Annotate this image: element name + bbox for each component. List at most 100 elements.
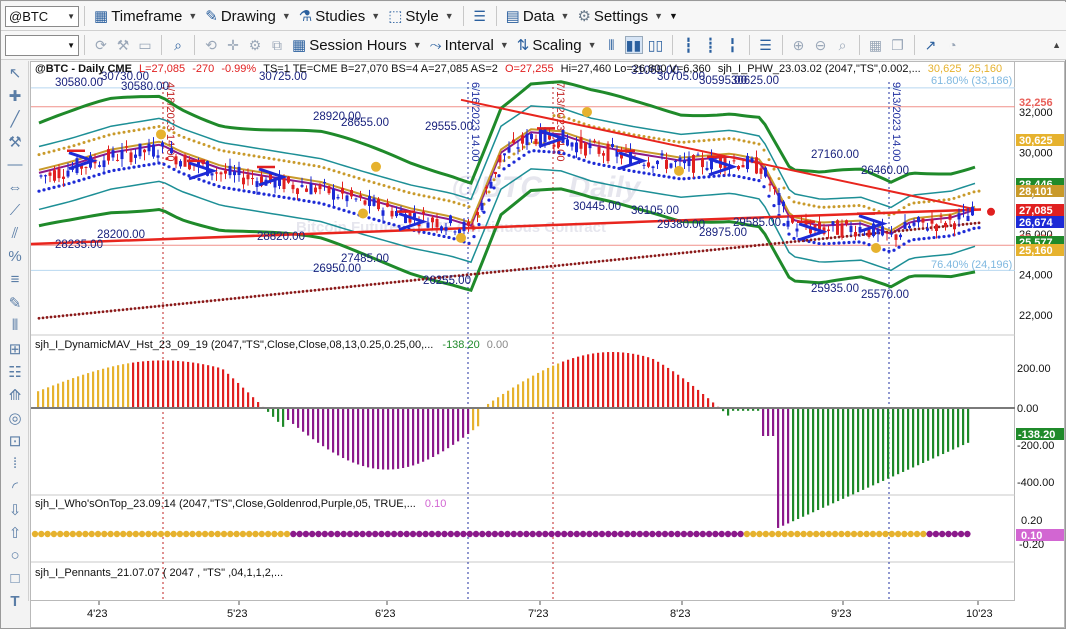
gold-trail-dot (77, 142, 81, 146)
link-icon[interactable]: ☰ (757, 36, 775, 54)
text-tool-icon[interactable]: T (3, 590, 27, 613)
rectangle-icon[interactable]: □ (3, 567, 27, 590)
gold-trail-dot (362, 178, 366, 182)
pencil-icon[interactable]: ✎ (3, 291, 27, 314)
crosshair-icon[interactable]: ✛ (224, 36, 242, 54)
zoom-in-icon[interactable]: ⊕ (790, 36, 808, 54)
magnifier-icon[interactable]: ⌕ (169, 36, 187, 54)
blue-trail-dot (512, 160, 516, 164)
trend-icon[interactable]: ↗ (922, 36, 940, 54)
percent-icon[interactable]: % (3, 245, 27, 268)
gold-trail-dot (252, 154, 256, 158)
gold-trail-dot (977, 189, 981, 193)
gold-trail-dot (277, 158, 281, 162)
timeframe-button[interactable]: ▦ Timeframe ▼ (90, 4, 201, 28)
date-tick: 5'23 (227, 608, 247, 620)
compare-icon[interactable]: ⧉ (268, 36, 286, 54)
oscillator-bar (837, 408, 840, 502)
arrow-up-icon[interactable]: ⇧ (3, 521, 27, 544)
chart-canvas[interactable]: @BTC - DailyBitcoin Futures - CME Contin… (30, 62, 1016, 602)
oscillator-bar (152, 360, 155, 408)
gear-small-icon[interactable]: ⚙ (246, 36, 264, 54)
chart-refresh-icon[interactable]: ⟲ (202, 36, 220, 54)
arc-icon[interactable]: ◜ (3, 475, 27, 498)
window-icon[interactable]: ▭ (136, 36, 154, 54)
ray-icon[interactable]: ⟋ (3, 199, 27, 222)
symbol-input[interactable]: @BTC ▼ (5, 5, 79, 27)
price-axis[interactable]: 32,00030,00028,00026,00024,00022,00032,2… (1015, 61, 1065, 601)
fib-icon[interactable]: ≡ (3, 268, 27, 291)
indicator-icon[interactable]: ◔ (944, 36, 962, 54)
ohlc-icon[interactable]: ┇ (680, 36, 698, 54)
ellipse-icon[interactable]: ○ (3, 544, 27, 567)
price-tick: 30,000 (1019, 148, 1053, 160)
workspace-select[interactable]: ▼ (5, 34, 79, 56)
drawing-button[interactable]: ✎ Drawing ▼ (201, 4, 295, 28)
hollow-candle-icon[interactable]: ▯▯ (647, 36, 665, 54)
oscillator-bar (862, 408, 865, 490)
dynamic-mav-label: sjh_I_DynamicMAV_Hst_23_09_19 (2047,"TS"… (35, 339, 434, 351)
long-term-ma-dot (101, 310, 105, 314)
speed-lines-icon[interactable]: ⟰ (3, 383, 27, 406)
date-axis[interactable]: 4'23 5'23 6'23 7'23 8'23 9'23 10'23 (30, 601, 1065, 628)
long-term-ma-dot (197, 300, 201, 304)
session-hours-button[interactable]: ▦ Session Hours ▼ (288, 33, 426, 57)
settings-button[interactable]: ⚙ Settings ▼ (573, 4, 667, 28)
search-icon[interactable]: ⌕ (834, 36, 852, 54)
oscillator-bar (847, 408, 850, 497)
long-term-ma-dot (685, 251, 689, 254)
oscillator-bar (627, 353, 630, 408)
bar-chart-icon[interactable]: ⫴ (603, 36, 621, 54)
vertical-lines-icon[interactable]: ⦀ (3, 314, 27, 337)
data-button[interactable]: ▤ Data ▼ (502, 4, 574, 28)
hlc-icon[interactable]: ┋ (702, 36, 720, 54)
candle-body (912, 222, 916, 226)
blue-trail-dot (287, 196, 291, 200)
trendline-icon[interactable]: ╱ (3, 107, 27, 130)
style-button[interactable]: ⬚ Style ▼ (384, 4, 457, 28)
oscillator-bar (442, 408, 445, 452)
candle-body (107, 149, 110, 161)
chart-area[interactable]: @BTC - DailyBitcoin Futures - CME Contin… (30, 61, 1016, 602)
horizontal-line-icon[interactable]: — (3, 153, 27, 176)
overflow-chevron-icon[interactable]: ▼ (669, 11, 678, 21)
gold-trail-dot (327, 167, 331, 171)
gann-icon[interactable]: ⊡ (3, 429, 27, 452)
oscillator-bar (672, 371, 675, 408)
whos-on-top-dot (913, 530, 921, 538)
channel-icon[interactable]: ⫽ (3, 222, 27, 245)
table-icon[interactable]: ▦ (867, 36, 885, 54)
link-windows-icon[interactable]: ☰ (471, 7, 489, 25)
bars-tool-icon[interactable]: ⦙ (3, 452, 27, 475)
list-icon[interactable]: ☷ (3, 360, 27, 383)
studies-button[interactable]: ⚗ Studies ▼ (295, 4, 384, 28)
whos-on-top-dot (107, 530, 114, 538)
line-icon[interactable]: ╏ (724, 36, 742, 54)
scroll-up-icon[interactable]: ▲ (1052, 40, 1061, 50)
interval-button[interactable]: ⤳ Interval ▼ (426, 33, 513, 57)
long-term-ma-dot (833, 236, 837, 239)
blue-trail-dot (97, 172, 101, 177)
candlestick-icon[interactable]: ▮▮ (624, 36, 643, 54)
scaling-button[interactable]: ⇅ Scaling ▼ (513, 33, 601, 57)
gold-trail-dot (852, 204, 856, 208)
whos-on-top-dot (649, 530, 656, 538)
candle-body (453, 231, 457, 233)
wrench-icon[interactable]: ⚒ (114, 36, 132, 54)
layers-icon[interactable]: ❐ (889, 36, 907, 54)
pointer-icon[interactable]: ↖ (3, 61, 27, 84)
zoom-out-icon[interactable]: ⊖ (812, 36, 830, 54)
blue-trail-dot (522, 153, 526, 157)
whos-on-top-dot (838, 530, 845, 538)
target-icon[interactable]: ◎ (3, 406, 27, 429)
blue-trail-dot (812, 240, 816, 245)
date-tick: 7'23 (528, 608, 548, 620)
grid-tool-icon[interactable]: ⊞ (3, 337, 27, 360)
move-icon[interactable]: ⇔ (3, 176, 27, 199)
long-term-ma-dot (221, 298, 225, 301)
arrow-down-icon[interactable]: ⇩ (3, 498, 27, 521)
refresh-icon[interactable]: ⟳ (92, 36, 110, 54)
wrench-icon[interactable]: ⚒ (3, 130, 27, 153)
gold-trail-dot (847, 204, 851, 208)
crosshair-icon[interactable]: ✚ (3, 84, 27, 107)
